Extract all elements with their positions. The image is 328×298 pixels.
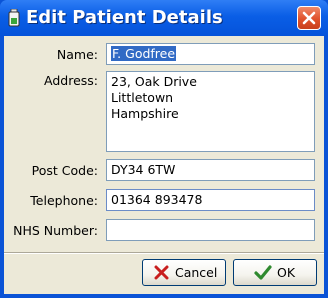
address-label: Address:	[44, 73, 98, 88]
cancel-button-label: Cancel	[175, 265, 218, 280]
window-title: Edit Patient Details	[26, 7, 223, 28]
address-line-3: Hampshire	[111, 106, 179, 121]
cancel-button[interactable]: Cancel	[142, 259, 226, 286]
postcode-label: Post Code:	[31, 163, 98, 178]
title-bar[interactable]: Edit Patient Details	[0, 0, 328, 36]
ok-button[interactable]: OK	[233, 259, 317, 286]
checkmark-icon	[254, 265, 272, 280]
close-x-icon	[302, 11, 316, 25]
battery-icon	[8, 9, 20, 27]
ok-button-label: OK	[277, 265, 296, 280]
close-button[interactable]	[297, 6, 321, 30]
edit-patient-dialog: Edit Patient Details Name: F. Godfree Ad…	[0, 0, 328, 298]
postcode-input[interactable]: DY34 6TW	[106, 159, 315, 181]
nhs-number-label: NHS Number:	[13, 223, 98, 238]
name-value: F. Godfree	[111, 46, 177, 61]
address-line-1: 23, Oak Drive	[111, 74, 197, 89]
red-x-icon	[154, 265, 169, 280]
address-textarea[interactable]: 23, Oak Drive Littletown Hampshire	[106, 71, 315, 152]
dialog-body: Name: F. Godfree Address: 23, Oak Drive …	[4, 36, 324, 294]
nhs-number-input[interactable]	[106, 219, 315, 241]
telephone-input[interactable]: 01364 893478	[106, 189, 315, 211]
name-input[interactable]: F. Godfree	[106, 43, 315, 65]
button-separator	[4, 252, 324, 254]
name-label: Name:	[56, 47, 98, 62]
address-line-2: Littletown	[111, 90, 174, 105]
telephone-label: Telephone:	[30, 193, 98, 208]
